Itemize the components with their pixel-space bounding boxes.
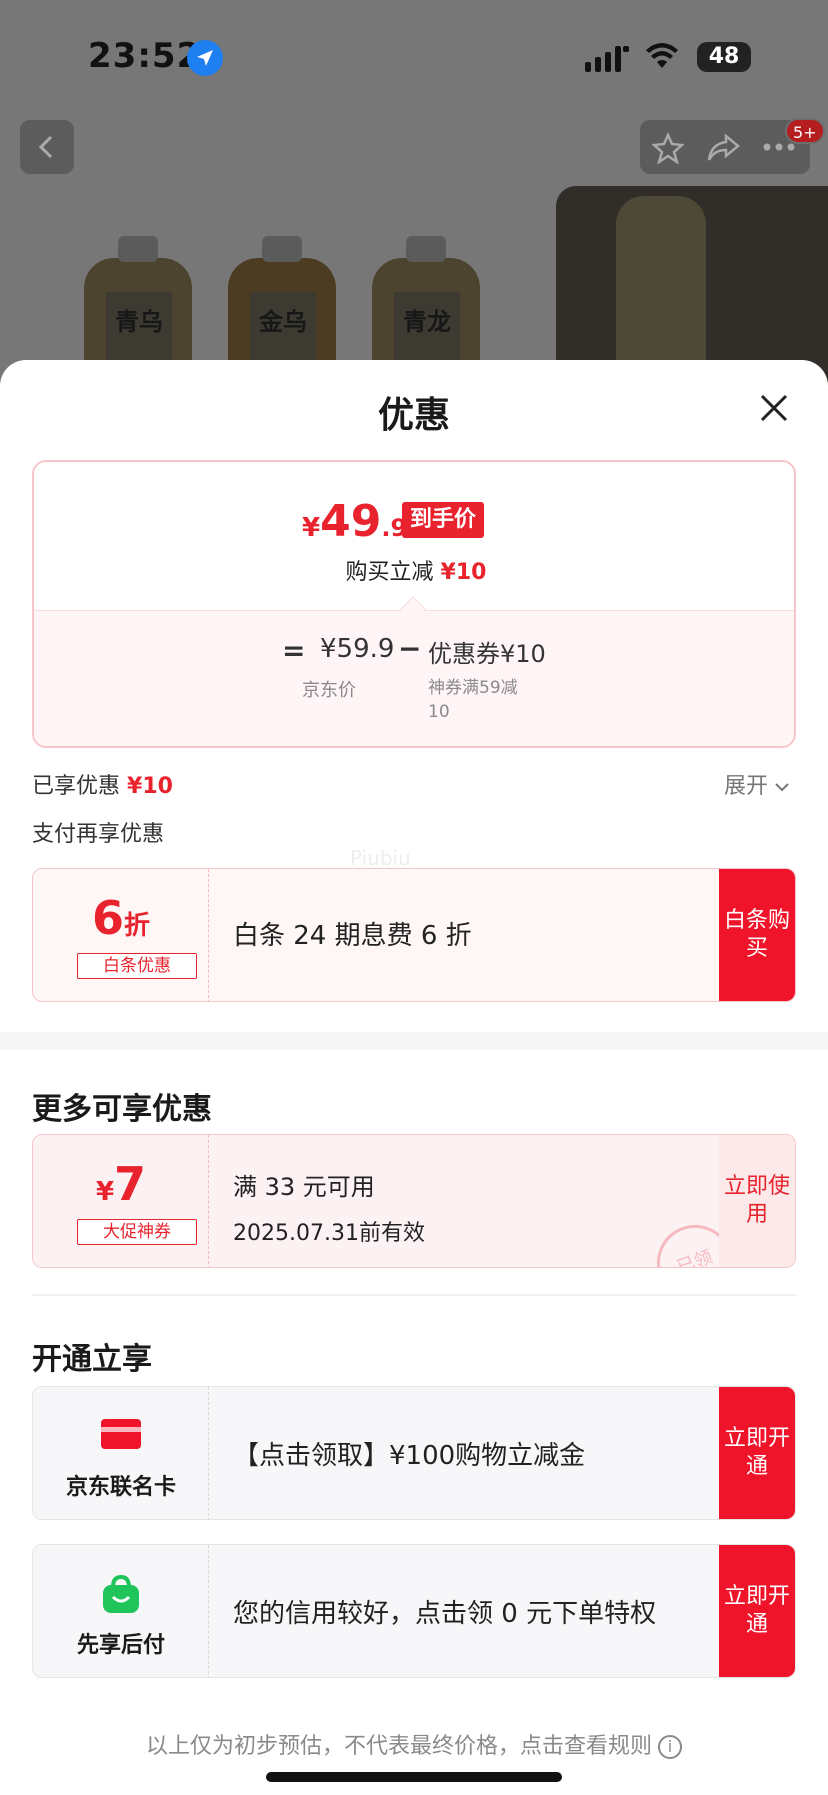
notification-badge: 5+ bbox=[785, 118, 825, 144]
wifi-icon bbox=[645, 42, 679, 74]
more-offers-title: 更多可享优惠 bbox=[32, 1092, 212, 1127]
footer-note[interactable]: 以上仅为初步预估，不代表最终价格，点击查看规则 i bbox=[0, 1728, 828, 1760]
open-offers-title: 开通立享 bbox=[32, 1342, 152, 1377]
expand-button[interactable]: 展开 bbox=[724, 768, 790, 800]
card-label: 京东联名卡 bbox=[65, 1475, 176, 1500]
enjoyed-discount: 已享优惠 ¥10 bbox=[32, 774, 173, 799]
use-coupon-button[interactable]: 立即使用 bbox=[719, 1135, 795, 1267]
star-icon[interactable] bbox=[652, 132, 684, 164]
coupon-description: 神券满59减10 bbox=[428, 678, 518, 722]
minus-sign: − bbox=[398, 632, 422, 665]
coupon-card[interactable]: ¥7 大促神券 满 33 元可用 2025.07.31前有效 已领 立即使用 bbox=[32, 1134, 796, 1268]
pay-later-offer[interactable]: 先享后付 您的信用较好，点击领 0 元下单特权 立即开通 bbox=[32, 1544, 796, 1678]
open-card-button[interactable]: 立即开通 bbox=[719, 1387, 795, 1519]
jd-price: ¥59.9 bbox=[320, 634, 395, 664]
coupon-amount: 优惠券¥10 bbox=[428, 640, 546, 668]
credit-card-icon bbox=[99, 1417, 143, 1455]
divider bbox=[32, 1294, 796, 1296]
price-formula bbox=[34, 610, 794, 746]
section-divider bbox=[0, 1032, 828, 1050]
status-time: 23:52 bbox=[88, 36, 202, 76]
coupon-tag: 大促神券 bbox=[77, 1219, 197, 1245]
baitiao-buy-button[interactable]: 白条购买 bbox=[719, 869, 795, 1001]
arrival-price-tag: 到手价 bbox=[402, 502, 485, 538]
buy-reduce-text: 购买立减 ¥10 bbox=[345, 560, 487, 585]
cellular-signal-icon bbox=[585, 44, 629, 76]
final-price: ¥49.9 bbox=[302, 496, 408, 547]
discount-sheet: 优惠 ¥49.9 到手价 购买立减 ¥10 = ¥59.9 − 优惠券¥10 京… bbox=[0, 360, 828, 1795]
baitiao-offer-card[interactable]: 6折 白条优惠 白条 24 期息费 6 折 白条购买 bbox=[32, 868, 796, 1002]
close-button[interactable] bbox=[754, 388, 794, 428]
jd-co-branded-card-offer[interactable]: 京东联名卡 【点击领取】¥100购物立减金 立即开通 bbox=[32, 1386, 796, 1520]
coupon-value: ¥7 bbox=[95, 1157, 147, 1211]
baitiao-text: 白条 24 期息费 6 折 bbox=[233, 921, 472, 951]
jd-price-label: 京东价 bbox=[302, 680, 356, 701]
close-icon bbox=[760, 394, 788, 422]
equals-sign: = bbox=[282, 634, 306, 667]
chevron-down-icon bbox=[774, 774, 790, 799]
pay-later-text: 您的信用较好，点击领 0 元下单特权 bbox=[233, 1599, 657, 1629]
location-arrow-icon bbox=[187, 40, 223, 76]
more-icon[interactable] bbox=[762, 142, 796, 152]
coupon-condition: 满 33 元可用 bbox=[233, 1173, 375, 1201]
battery-icon: 48 bbox=[697, 42, 751, 72]
info-icon: i bbox=[658, 1735, 682, 1759]
chevron-left-icon bbox=[38, 135, 53, 159]
watermark: Piubiu bbox=[350, 846, 411, 870]
baitiao-tag: 白条优惠 bbox=[77, 953, 197, 979]
battery-level: 48 bbox=[708, 44, 740, 69]
price-breakdown: ¥49.9 到手价 购买立减 ¥10 = ¥59.9 − 优惠券¥10 京东价 … bbox=[32, 460, 796, 748]
coupon-expiry: 2025.07.31前有效 bbox=[233, 1221, 425, 1246]
shopping-bag-icon bbox=[99, 1574, 143, 1619]
share-icon[interactable] bbox=[706, 132, 740, 164]
pay-more-label: 支付再享优惠 bbox=[32, 822, 165, 847]
sheet-title: 优惠 bbox=[377, 395, 450, 436]
pay-later-label: 先享后付 bbox=[76, 1633, 165, 1658]
card-offer-text: 【点击领取】¥100购物立减金 bbox=[233, 1441, 586, 1471]
open-pay-later-button[interactable]: 立即开通 bbox=[719, 1545, 795, 1677]
status-bar: 23:52 48 bbox=[0, 0, 828, 110]
back-button[interactable] bbox=[20, 120, 74, 174]
home-indicator bbox=[266, 1772, 562, 1782]
baitiao-discount: 6折 bbox=[91, 891, 151, 945]
